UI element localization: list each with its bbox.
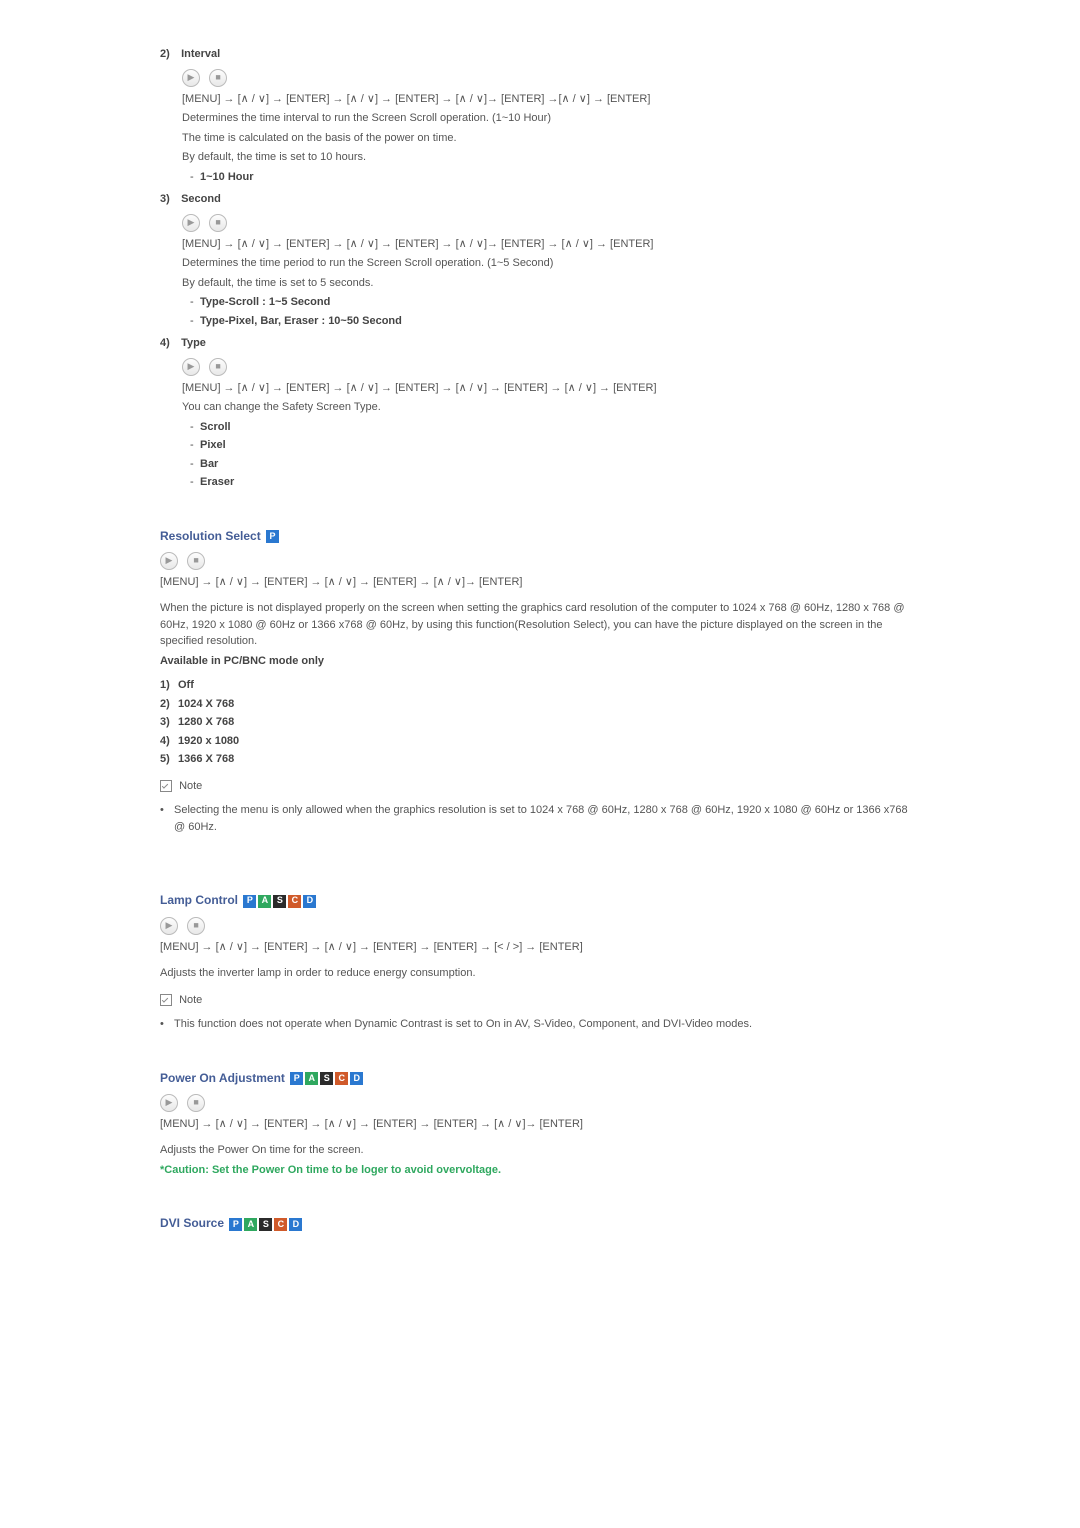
item-title: Second	[181, 193, 221, 205]
nav-path: [MENU] → [∧ / ∨] → [ENTER] → [∧ / ∨] → […	[160, 574, 920, 591]
media-icons: ▶ ■	[182, 69, 920, 87]
stop-icon: ■	[187, 917, 205, 935]
note-label: Note	[179, 994, 202, 1006]
flag-p-icon: P	[266, 530, 279, 543]
option-row: -Type-Pixel, Bar, Eraser : 10~50 Second	[190, 313, 920, 330]
check-icon	[160, 780, 172, 792]
item-title: Interval	[181, 48, 220, 60]
desc-text: By default, the time is set to 5 seconds…	[182, 275, 920, 292]
flag-d-icon: D	[350, 1072, 363, 1085]
resolution-list: 1)Off 2)1024 X 768 3)1280 X 768 4)1920 x…	[160, 677, 920, 768]
section-lamp-control: Lamp Control PASCD	[160, 891, 920, 910]
num-label: 4)	[160, 335, 178, 352]
section-title-text: Power On Adjustment	[160, 1071, 285, 1085]
nav-path: [MENU] → [∧ / ∨] → [ENTER] → [∧ / ∨] → […	[182, 91, 920, 108]
section-title-text: Resolution Select	[160, 529, 261, 543]
nav-path: [MENU] → [∧ / ∨] → [ENTER] → [∧ / ∨] → […	[182, 236, 920, 253]
media-icons: ▶ ■	[160, 1094, 920, 1112]
nav-path: [MENU] → [∧ / ∨] → [ENTER] → [∧ / ∨] → […	[182, 380, 920, 397]
availability-note: Available in PC/BNC mode only	[160, 653, 920, 670]
section-dvi-source: DVI Source PASCD	[160, 1214, 920, 1233]
bullet-icon: •	[160, 1016, 174, 1033]
nav-path: [MENU] → [∧ / ∨] → [ENTER] → [∧ / ∨] → […	[160, 939, 920, 956]
media-icons: ▶ ■	[160, 552, 920, 570]
option-row: -Type-Scroll : 1~5 Second	[190, 294, 920, 311]
option-row: -Pixel	[190, 437, 920, 454]
flag-s-icon: S	[259, 1218, 272, 1231]
play-icon: ▶	[182, 358, 200, 376]
desc-text: Adjusts the Power On time for the screen…	[160, 1142, 920, 1159]
nav-path: [MENU] → [∧ / ∨] → [ENTER] → [∧ / ∨] → […	[160, 1116, 920, 1133]
option-row: -Bar	[190, 456, 920, 473]
note-header: Note	[160, 992, 920, 1009]
play-icon: ▶	[182, 214, 200, 232]
stop-icon: ■	[209, 69, 227, 87]
desc-text: The time is calculated on the basis of t…	[182, 130, 920, 147]
desc-text: Adjusts the inverter lamp in order to re…	[160, 965, 920, 982]
flag-a-icon: A	[244, 1218, 257, 1231]
bullet-icon: •	[160, 802, 174, 835]
check-icon	[160, 994, 172, 1006]
desc-text: When the picture is not displayed proper…	[160, 600, 920, 650]
flag-c-icon: C	[274, 1218, 287, 1231]
desc-text: Determines the time interval to run the …	[182, 110, 920, 127]
media-icons: ▶ ■	[160, 917, 920, 935]
caution-text: *Caution: Set the Power On time to be lo…	[160, 1162, 920, 1179]
media-icons: ▶ ■	[182, 358, 920, 376]
desc-text: Determines the time period to run the Sc…	[182, 255, 920, 272]
note-bullet: • Selecting the menu is only allowed whe…	[160, 802, 920, 835]
item-second: 3) Second ▶ ■ [MENU] → [∧ / ∨] → [ENTER]…	[160, 191, 920, 329]
flag-p-icon: P	[243, 895, 256, 908]
section-title-text: DVI Source	[160, 1216, 224, 1230]
flag-s-icon: S	[273, 895, 286, 908]
num-label: 3)	[160, 191, 178, 208]
desc-text: You can change the Safety Screen Type.	[182, 399, 920, 416]
stop-icon: ■	[209, 214, 227, 232]
flag-p-icon: P	[290, 1072, 303, 1085]
section-resolution-select: Resolution Select P	[160, 527, 920, 546]
flag-c-icon: C	[288, 895, 301, 908]
note-text: This function does not operate when Dyna…	[174, 1016, 920, 1033]
section-power-on-adjustment: Power On Adjustment PASCD	[160, 1069, 920, 1088]
stop-icon: ■	[209, 358, 227, 376]
flag-d-icon: D	[289, 1218, 302, 1231]
flag-a-icon: A	[305, 1072, 318, 1085]
flag-p-icon: P	[229, 1218, 242, 1231]
note-bullet: • This function does not operate when Dy…	[160, 1016, 920, 1033]
section-title-text: Lamp Control	[160, 893, 238, 907]
stop-icon: ■	[187, 1094, 205, 1112]
flag-s-icon: S	[320, 1072, 333, 1085]
desc-text: By default, the time is set to 10 hours.	[182, 149, 920, 166]
note-label: Note	[179, 780, 202, 792]
flag-c-icon: C	[335, 1072, 348, 1085]
flag-d-icon: D	[303, 895, 316, 908]
option-row: -1~10 Hour	[190, 169, 920, 186]
option-row: -Eraser	[190, 474, 920, 491]
num-label: 2)	[160, 46, 178, 63]
item-title: Type	[181, 337, 206, 349]
media-icons: ▶ ■	[182, 214, 920, 232]
flag-a-icon: A	[258, 895, 271, 908]
item-type: 4) Type ▶ ■ [MENU] → [∧ / ∨] → [ENTER] →…	[160, 335, 920, 491]
note-text: Selecting the menu is only allowed when …	[174, 802, 920, 835]
play-icon: ▶	[182, 69, 200, 87]
play-icon: ▶	[160, 917, 178, 935]
play-icon: ▶	[160, 1094, 178, 1112]
option-row: -Scroll	[190, 419, 920, 436]
play-icon: ▶	[160, 552, 178, 570]
item-interval: 2) Interval ▶ ■ [MENU] → [∧ / ∨] → [ENTE…	[160, 46, 920, 185]
stop-icon: ■	[187, 552, 205, 570]
note-header: Note	[160, 778, 920, 795]
